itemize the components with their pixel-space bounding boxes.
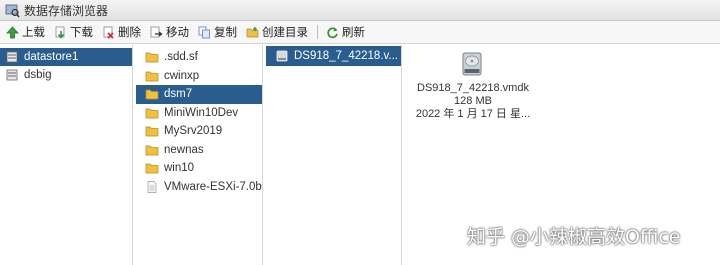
datastore-icon: [5, 51, 19, 63]
create-folder-label: 创建目录: [262, 27, 308, 39]
datastore-label: datastore1: [24, 51, 79, 63]
delete-label: 删除: [118, 27, 141, 39]
window-title: 数据存储浏览器: [24, 3, 109, 18]
file-detail-size: 128 MB: [454, 95, 492, 107]
datastore-item-dsbig[interactable]: dsbig: [0, 66, 132, 84]
refresh-label: 刷新: [342, 27, 365, 39]
upload-icon: [6, 25, 19, 38]
file-item[interactable]: VMware-ESXi-7.0b...: [136, 178, 262, 197]
move-icon: [150, 26, 163, 37]
file-detail-date: 2022 年 1 月 17 日 星...: [415, 108, 531, 120]
disk-icon: [275, 50, 289, 62]
datastore-item-datastore1[interactable]: datastore1: [0, 48, 132, 66]
folder-label: cwinxp: [164, 69, 200, 82]
move-label: 移动: [166, 27, 189, 39]
move-button[interactable]: 移动: [150, 22, 189, 42]
folder-icon: [145, 51, 159, 63]
folder-icon: [145, 125, 159, 137]
folder-item[interactable]: win10: [136, 159, 262, 178]
folder-icon: [145, 144, 159, 156]
window-titlebar: 数据存储浏览器: [0, 0, 720, 21]
folder-label: newnas: [164, 143, 204, 156]
file-list-pane: DS918_7_42218.v...: [266, 45, 402, 265]
file-detail-name: DS918_7_42218.vmdk: [417, 82, 529, 94]
folder-label: .sdd.sf: [164, 51, 198, 64]
datastore-browser-icon: [5, 3, 20, 18]
file-detail-info: DS918_7_42218.vmdk 128 MB 2022 年 1 月 17 …: [403, 82, 543, 121]
refresh-button[interactable]: 刷新: [326, 22, 365, 42]
toolbar: 上载 下载 删除 移动 复制 创建目录 刷新: [0, 21, 720, 44]
datastore-label: dsbig: [24, 69, 52, 81]
create-folder-icon: [246, 26, 259, 37]
folder-icon: [145, 162, 159, 174]
folder-list-pane: .sdd.sf cwinxp dsm7 MiniWin10Dev MySrv20…: [136, 45, 263, 265]
upload-label: 上载: [22, 27, 45, 39]
datastore-icon: [5, 69, 19, 81]
download-icon: [55, 26, 65, 39]
datastore-list-pane: datastore1 dsbig: [0, 45, 133, 265]
folder-item[interactable]: .sdd.sf: [136, 48, 262, 67]
download-button[interactable]: 下载: [54, 22, 93, 42]
refresh-icon: [327, 27, 338, 38]
copy-icon: [198, 26, 210, 38]
upload-button[interactable]: 上载: [6, 22, 45, 42]
folder-label: MySrv2019: [164, 125, 223, 138]
file-label: VMware-ESXi-7.0b...: [164, 180, 262, 193]
folder-icon: [145, 107, 159, 119]
copy-button[interactable]: 复制: [198, 22, 237, 42]
folder-item[interactable]: MySrv2019: [136, 122, 262, 141]
create-folder-button[interactable]: 创建目录: [246, 22, 308, 42]
delete-button[interactable]: 删除: [102, 22, 141, 42]
folder-item[interactable]: dsm7: [136, 85, 262, 104]
toolbar-separator: [317, 25, 318, 39]
folder-icon: [145, 70, 159, 82]
folder-icon: [145, 88, 159, 100]
watermark: 知乎 @小辣椒高效Office: [467, 226, 681, 248]
folder-item[interactable]: newnas: [136, 141, 262, 160]
file-label: DS918_7_42218.v...: [294, 50, 399, 62]
hard-disk-icon: [461, 52, 483, 76]
copy-label: 复制: [214, 27, 237, 39]
folder-item[interactable]: cwinxp: [136, 67, 262, 86]
file-icon: [145, 180, 159, 193]
folder-item[interactable]: MiniWin10Dev: [136, 104, 262, 123]
file-item[interactable]: DS918_7_42218.v...: [266, 46, 401, 66]
folder-label: MiniWin10Dev: [164, 106, 239, 119]
delete-icon: [103, 26, 114, 39]
download-label: 下载: [70, 27, 93, 39]
folder-label: dsm7: [164, 88, 193, 101]
folder-label: win10: [164, 162, 195, 175]
